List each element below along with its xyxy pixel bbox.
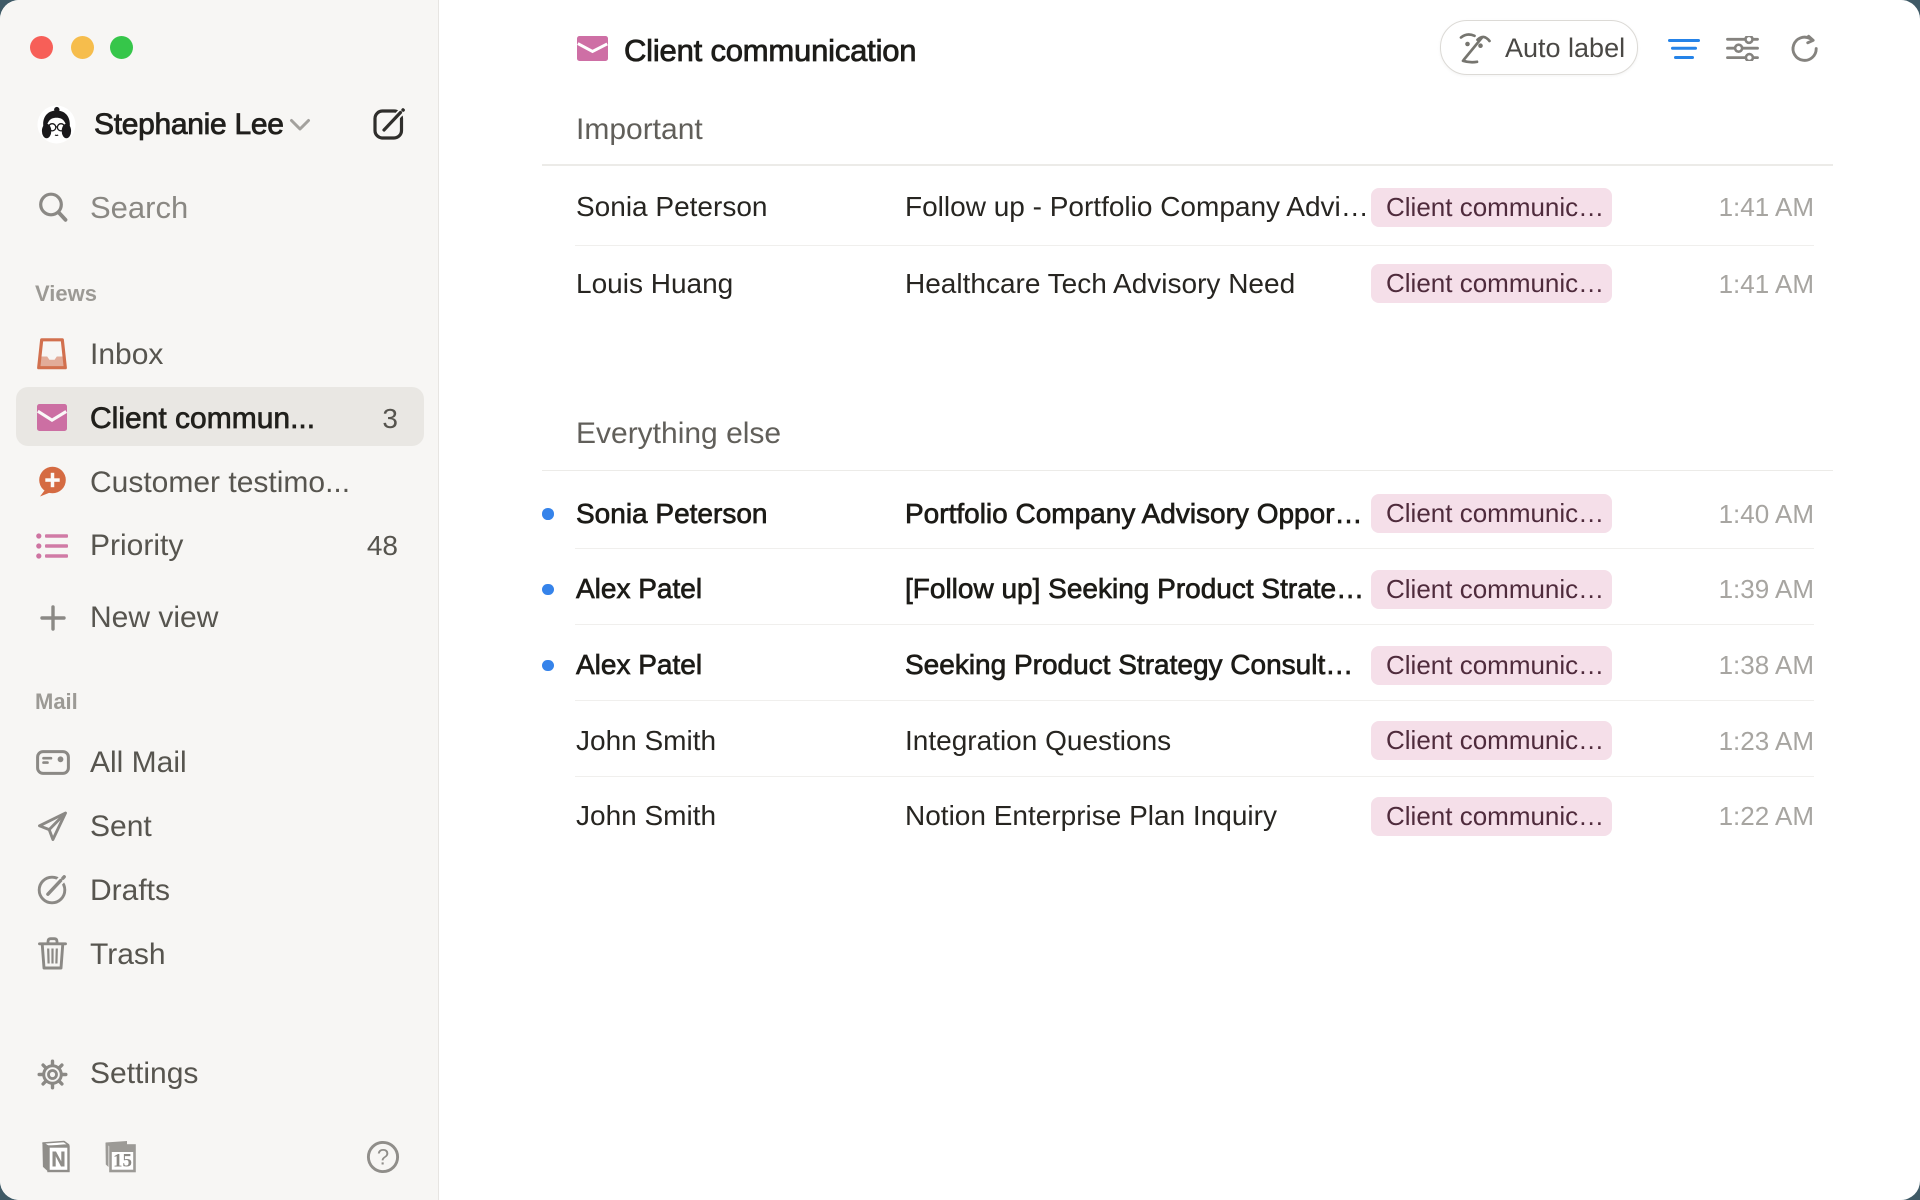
svg-text:15: 15: [113, 1151, 132, 1172]
svg-text:?: ?: [377, 1145, 389, 1170]
